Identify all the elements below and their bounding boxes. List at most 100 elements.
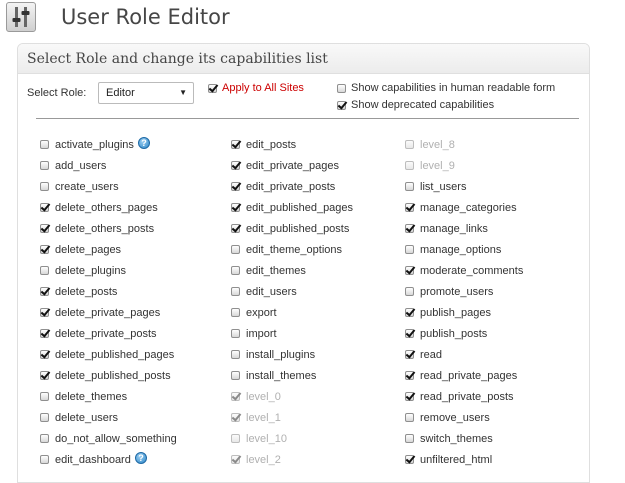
capability-label: manage_options xyxy=(420,244,502,256)
capability-label: manage_categories xyxy=(420,202,517,214)
capability-label: delete_others_pages xyxy=(55,202,158,214)
deprecated-label: Show deprecated capabilities xyxy=(351,99,495,111)
capability-checkbox-read[interactable] xyxy=(405,350,414,359)
capability-label: remove_users xyxy=(420,412,490,424)
capability-checkbox-publish-pages[interactable] xyxy=(405,308,414,317)
capability-label: delete_private_pages xyxy=(55,307,161,319)
capability-label: publish_pages xyxy=(420,307,491,319)
capability-checkbox-edit-dashboard[interactable] xyxy=(40,455,49,464)
capability-label: do_not_allow_something xyxy=(55,433,177,445)
capability-checkbox-delete-private-posts[interactable] xyxy=(40,329,49,338)
capability-label: promote_users xyxy=(420,286,494,298)
capability-checkbox-read-private-posts[interactable] xyxy=(405,392,414,401)
capability-checkbox-list-users[interactable] xyxy=(405,182,414,191)
capability-checkbox-level-0 xyxy=(231,392,240,401)
capability-label: delete_private_posts xyxy=(55,328,157,340)
help-icon[interactable]: ? xyxy=(135,452,147,464)
capability-label: switch_themes xyxy=(420,433,493,445)
capability-checkbox-do-not-allow-something[interactable] xyxy=(40,434,49,443)
capability-checkbox-install-plugins[interactable] xyxy=(231,350,240,359)
capability-checkbox-level-9 xyxy=(405,161,414,170)
capability-label: delete_users xyxy=(55,412,118,424)
capability-label: activate_plugins xyxy=(55,139,134,151)
panel-title: Select Role and change its capabilities … xyxy=(18,44,589,74)
capability-label: unfiltered_html xyxy=(420,454,493,466)
capability-checkbox-delete-others-pages[interactable] xyxy=(40,203,49,212)
capability-checkbox-delete-users[interactable] xyxy=(40,413,49,422)
capability-checkbox-manage-links[interactable] xyxy=(405,224,414,233)
capability-label: level_2 xyxy=(246,454,281,466)
capability-label: manage_links xyxy=(420,223,488,235)
capability-label: create_users xyxy=(55,181,119,193)
capability-checkbox-edit-posts[interactable] xyxy=(231,140,240,149)
capability-label: delete_pages xyxy=(55,244,122,256)
capability-checkbox-edit-private-pages[interactable] xyxy=(231,161,240,170)
apply-all-sites-label: Apply to All Sites xyxy=(222,82,304,94)
apply-all-sites-checkbox[interactable] xyxy=(208,84,217,93)
role-select-value: Editor xyxy=(106,87,135,99)
capability-label: import xyxy=(246,328,277,340)
help-icon[interactable]: ? xyxy=(138,137,150,149)
capability-checkbox-edit-private-posts[interactable] xyxy=(231,182,240,191)
capability-checkbox-level-10 xyxy=(231,434,240,443)
capability-checkbox-delete-others-posts[interactable] xyxy=(40,224,49,233)
capability-checkbox-create-users[interactable] xyxy=(40,182,49,191)
capability-checkbox-delete-themes[interactable] xyxy=(40,392,49,401)
capability-checkbox-remove-users[interactable] xyxy=(405,413,414,422)
capability-label: delete_published_posts xyxy=(55,370,171,382)
capability-label: edit_published_posts xyxy=(246,223,350,235)
sliders-icon xyxy=(6,2,36,32)
capability-label: edit_private_posts xyxy=(246,181,336,193)
capability-checkbox-level-2 xyxy=(231,455,240,464)
capability-checkbox-edit-published-pages[interactable] xyxy=(231,203,240,212)
capability-checkbox-edit-users[interactable] xyxy=(231,287,240,296)
capability-label: list_users xyxy=(420,181,467,193)
capability-checkbox-manage-categories[interactable] xyxy=(405,203,414,212)
capability-label: edit_users xyxy=(246,286,297,298)
capability-checkbox-delete-published-posts[interactable] xyxy=(40,371,49,380)
capability-checkbox-delete-pages[interactable] xyxy=(40,245,49,254)
capability-label: level_8 xyxy=(420,139,455,151)
capability-checkbox-edit-themes[interactable] xyxy=(231,266,240,275)
capability-checkbox-read-private-pages[interactable] xyxy=(405,371,414,380)
capability-checkbox-activate-plugins[interactable] xyxy=(40,140,49,149)
capability-label: read_private_posts xyxy=(420,391,514,403)
capability-checkbox-edit-published-posts[interactable] xyxy=(231,224,240,233)
capability-checkbox-delete-private-pages[interactable] xyxy=(40,308,49,317)
capability-checkbox-publish-posts[interactable] xyxy=(405,329,414,338)
capability-label: install_themes xyxy=(246,370,317,382)
capability-checkbox-export[interactable] xyxy=(231,308,240,317)
capability-label: edit_posts xyxy=(246,139,297,151)
capability-label: delete_published_pages xyxy=(55,349,175,361)
human-readable-label: Show capabilities in human readable form xyxy=(351,82,556,94)
capability-label: delete_themes xyxy=(55,391,128,403)
capability-label: level_0 xyxy=(246,391,281,403)
capability-checkbox-edit-theme-options[interactable] xyxy=(231,245,240,254)
capability-label: install_plugins xyxy=(246,349,316,361)
capability-checkbox-delete-posts[interactable] xyxy=(40,287,49,296)
role-panel: Select Role and change its capabilities … xyxy=(17,43,590,483)
capability-label: export xyxy=(246,307,277,319)
capability-checkbox-install-themes[interactable] xyxy=(231,371,240,380)
role-label: Select Role: xyxy=(27,87,87,99)
capability-checkbox-add-users[interactable] xyxy=(40,161,49,170)
capability-label: edit_theme_options xyxy=(246,244,343,256)
capability-checkbox-import[interactable] xyxy=(231,329,240,338)
capability-checkbox-manage-options[interactable] xyxy=(405,245,414,254)
capability-checkbox-unfiltered-html[interactable] xyxy=(405,455,414,464)
capability-checkbox-promote-users[interactable] xyxy=(405,287,414,296)
chevron-down-icon: ▼ xyxy=(179,88,187,97)
capability-label: edit_themes xyxy=(246,265,306,277)
capability-label: edit_published_pages xyxy=(246,202,354,214)
capability-label: level_9 xyxy=(420,160,455,172)
capability-checkbox-level-8 xyxy=(405,140,414,149)
divider xyxy=(36,118,579,119)
capability-checkbox-switch-themes[interactable] xyxy=(405,434,414,443)
capability-label: read xyxy=(420,349,443,361)
deprecated-checkbox[interactable] xyxy=(337,101,346,110)
capability-checkbox-delete-published-pages[interactable] xyxy=(40,350,49,359)
human-readable-checkbox[interactable] xyxy=(337,84,346,93)
capability-checkbox-moderate-comments[interactable] xyxy=(405,266,414,275)
role-select[interactable]: Editor ▼ xyxy=(98,82,194,104)
capability-checkbox-delete-plugins[interactable] xyxy=(40,266,49,275)
